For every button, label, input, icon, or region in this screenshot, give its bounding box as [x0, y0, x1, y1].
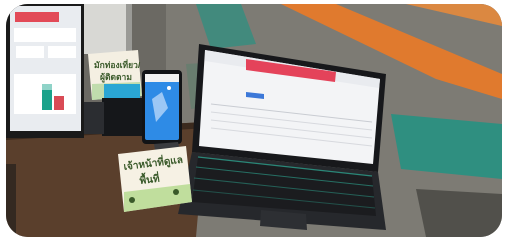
monitor-chart-bar-light — [42, 84, 52, 90]
back-rack — [81, 4, 131, 54]
device-black-box — [102, 98, 144, 136]
photo-frame: มักท่องเที่ยว/ ผู้ติดตาม เจ้าหน้าที่ดูแล… — [6, 4, 502, 237]
phone-map-pin — [167, 86, 171, 90]
carpet-teal-band — [391, 114, 502, 179]
device-stand — [84, 102, 104, 134]
smartphone — [142, 70, 182, 144]
sign-front-figure-2 — [173, 189, 179, 195]
sign-front-figure-1 — [129, 197, 135, 203]
device-blue-box — [104, 84, 140, 98]
photo-scene: มักท่องเที่ยว/ ผู้ติดตาม เจ้าหน้าที่ดูแล… — [0, 0, 508, 241]
monitor-accent-bar — [15, 12, 59, 22]
sign-back-line1: มักท่องเที่ยว/ — [94, 58, 141, 70]
monitor-card-right — [48, 46, 76, 58]
sign-front: เจ้าหน้าที่ดูแล พื้นที่ — [118, 146, 192, 212]
monitor-chart-bar-red — [54, 96, 64, 110]
phone-status-bar — [145, 74, 179, 82]
laptop — [178, 44, 386, 230]
photo-canvas: มักท่องเที่ยว/ ผู้ติดตาม เจ้าหน้าที่ดูแล… — [6, 4, 502, 237]
monitor-card-left — [16, 46, 44, 58]
monitor-chart-bar-teal — [42, 90, 52, 110]
carpet-dark-patch — [416, 189, 502, 237]
desktop-monitor — [6, 4, 84, 138]
chair-leg — [6, 164, 16, 237]
monitor-panel-top — [14, 28, 76, 42]
sign-back-line2: ผู้ติดตาม — [100, 72, 132, 83]
